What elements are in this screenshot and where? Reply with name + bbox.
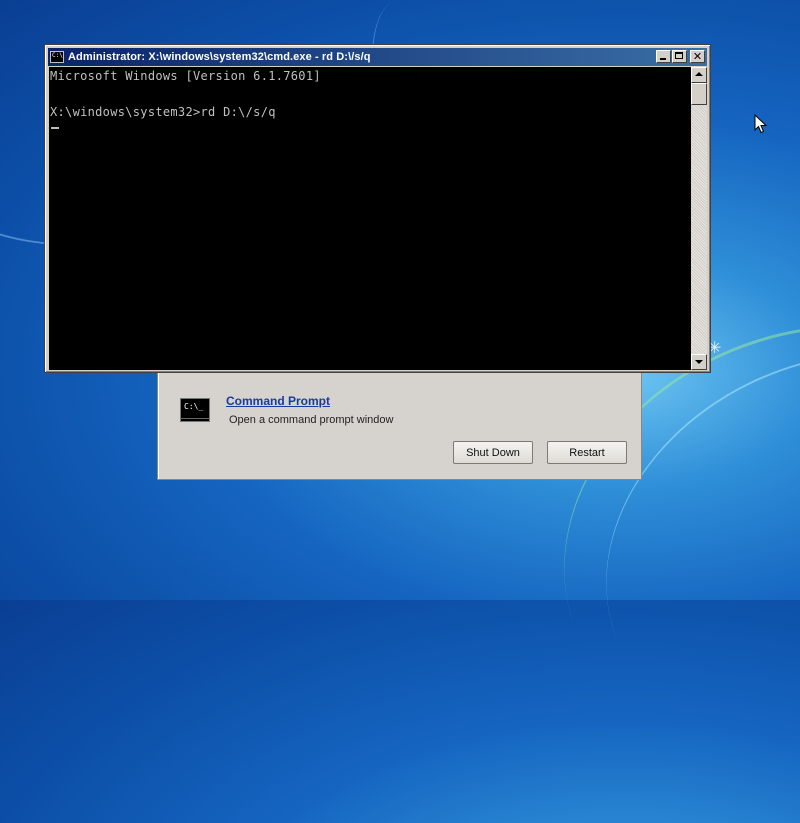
command-prompt-link[interactable]: Command Prompt — [226, 394, 330, 408]
maximize-icon — [675, 52, 683, 59]
restart-button[interactable]: Restart — [547, 441, 627, 464]
console-line-version: Microsoft Windows [Version 6.1.7601] — [50, 69, 321, 83]
cmd-titlebar[interactable]: C:\ Administrator: X:\windows\system32\c… — [48, 48, 707, 66]
shut-down-button[interactable]: Shut Down — [453, 441, 533, 464]
scroll-up-button[interactable] — [691, 67, 707, 83]
cmd-window-title: Administrator: X:\windows\system32\cmd.e… — [68, 51, 371, 63]
cmd-app-icon[interactable]: C:\ — [50, 51, 64, 63]
maximize-button[interactable] — [672, 50, 687, 63]
console-line-command: X:\windows\system32>rd D:\/s/q — [50, 105, 276, 119]
vertical-scrollbar[interactable] — [691, 67, 707, 370]
mouse-pointer-icon — [754, 114, 768, 134]
scroll-down-button[interactable] — [691, 354, 707, 370]
minimize-icon — [660, 58, 666, 60]
scrollbar-thumb[interactable] — [691, 83, 707, 105]
recovery-options-dialog: C:\_ Command Prompt Open a command promp… — [157, 370, 642, 480]
cmd-window: C:\ Administrator: X:\windows\system32\c… — [44, 44, 711, 373]
cmd-app-icon-text: C:\ — [52, 52, 63, 59]
command-prompt-icon-text: C:\_ — [184, 402, 204, 411]
arrow-up-icon — [695, 72, 703, 76]
console-cursor — [51, 127, 59, 129]
close-icon: ✕ — [692, 50, 703, 63]
console-output[interactable]: Microsoft Windows [Version 6.1.7601] X:\… — [49, 67, 691, 370]
close-button[interactable]: ✕ — [690, 50, 705, 63]
minimize-button[interactable] — [656, 50, 671, 63]
command-prompt-icon[interactable]: C:\_ — [180, 398, 210, 422]
window-controls: ✕ — [655, 50, 705, 63]
command-prompt-description: Open a command prompt window — [229, 414, 394, 426]
arrow-down-icon — [695, 360, 703, 364]
